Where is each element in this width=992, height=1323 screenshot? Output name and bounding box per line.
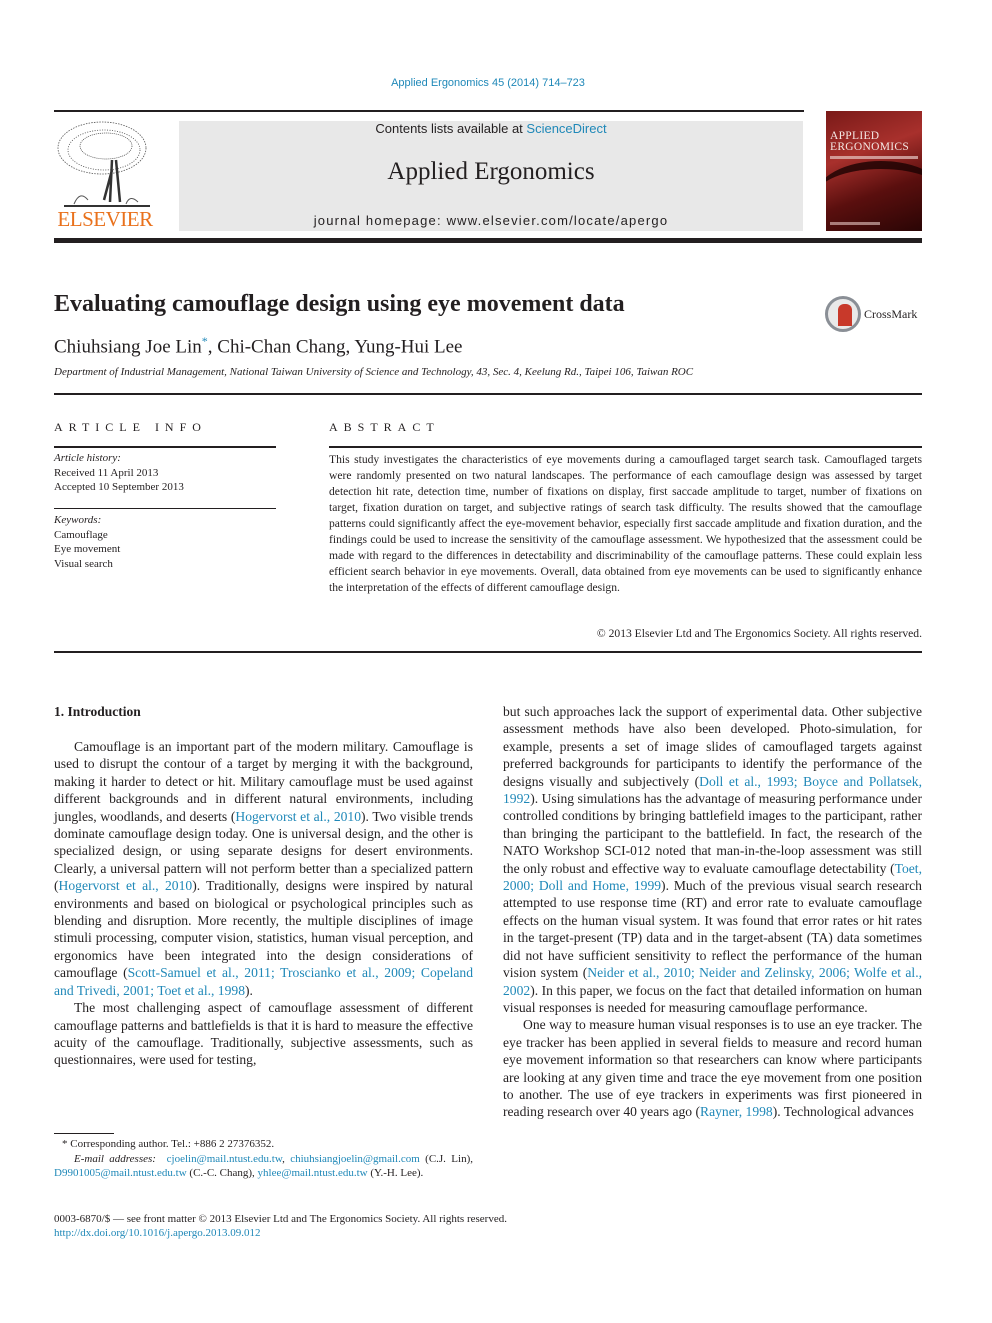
paragraph-text: ). Using simulations has the advantage o… [503,791,922,876]
journal-cover-thumbnail[interactable]: APPLIED ERGONOMICS [826,111,922,231]
abstract-rule [329,446,922,448]
keyword: Eye movement [54,543,121,555]
homepage-prefix: journal homepage: [313,213,447,228]
reference-link[interactable]: Hogervorst et al., 2010 [235,809,361,824]
journal-name: Applied Ergonomics [387,158,595,185]
paragraph-text: The most challenging aspect of camouflag… [54,1000,473,1068]
accepted-date: Accepted 10 September 2013 [54,481,184,493]
contents-line: Contents lists available at ScienceDirec… [179,121,803,136]
reference-link[interactable]: Hogervorst et al., 2010 [59,878,193,893]
elsevier-logo[interactable]: ELSEVIER [54,120,156,232]
sciencedirect-link[interactable]: ScienceDirect [526,121,606,136]
journal-masthead: Contents lists available at ScienceDirec… [179,121,803,231]
paragraph-text: ). Technological advances [772,1104,914,1120]
body-right-column: but such approaches lack the support of … [503,703,922,1121]
email-label: E-mail addresses: [74,1152,156,1165]
cover-graphic [826,161,922,231]
crossmark-icon [825,296,861,332]
header-top-rule [54,110,804,112]
abstract-copyright: © 2013 Elsevier Ltd and The Ergonomics S… [596,627,922,640]
article-info-heading: ARTICLE INFO [54,420,207,434]
cover-footer-bar [830,222,880,225]
body-paragraph: One way to measure human visual response… [503,1016,922,1120]
paragraph-text: ). [245,982,253,998]
contents-prefix: Contents lists available at [375,121,527,136]
email-link[interactable]: cjoelin@mail.ntust.edu.tw [167,1153,282,1165]
affiliation: Department of Industrial Management, Nat… [54,366,694,378]
reference-link[interactable]: Rayner, 1998 [700,1104,773,1119]
abstract-heading: ABSTRACT [329,420,440,434]
body-paragraph: The most challenging aspect of camouflag… [54,999,473,1069]
title-divider [54,393,922,395]
author-name[interactable]: Chi-Chan Chang [217,336,345,357]
keywords-block: Keywords: Camouflage Eye movement Visual… [54,513,120,571]
paragraph-text: ). In this paper, we focus on the fact t… [503,982,922,1015]
article-history: Article history: Received 11 April 2013 … [54,451,184,495]
header-bottom-rule [54,238,922,243]
cover-subtitle-bar [830,156,918,159]
front-matter-note: 0003-6870/$ — see front matter © 2013 El… [54,1213,507,1225]
corresponding-author-note: * Corresponding author. Tel.: +886 2 273… [62,1138,275,1150]
author-list: Chiuhsiang Joe Lin*, Chi-Chan Chang, Yun… [54,334,463,358]
bottom-metadata: 0003-6870/$ — see front matter © 2013 El… [54,1212,507,1240]
homepage-url-link[interactable]: www.elsevier.com/locate/apergo [447,213,669,228]
email-link[interactable]: chiuhsiangjoelin@gmail.com [290,1153,420,1165]
email-link[interactable]: yhlee@mail.ntust.edu.tw [258,1167,368,1179]
journal-homepage: journal homepage: www.elsevier.com/locat… [179,213,803,228]
article-title: Evaluating camouflage design using eye m… [54,291,625,317]
footnote: * Corresponding author. Tel.: +886 2 273… [54,1137,473,1181]
history-label: Article history: [54,452,121,464]
keyword: Camouflage [54,528,108,541]
author-name[interactable]: Chiuhsiang Joe Lin [54,336,202,357]
elsevier-wordmark: ELSEVIER [57,207,153,231]
email-link[interactable]: D9901005@mail.ntust.edu.tw [54,1167,187,1179]
article-info-rule [54,446,276,448]
author-name[interactable]: Yung-Hui Lee [354,336,462,357]
abstract-text: This study investigates the characterist… [329,453,922,594]
crossmark-label: CrossMark [864,307,918,321]
email-addresses: E-mail addresses: cjoelin@mail.ntust.edu… [54,1152,473,1180]
keyword: Visual search [54,557,113,570]
crossmark-button[interactable]: CrossMark [825,296,925,334]
body-paragraph: Camouflage is an important part of the m… [54,738,473,999]
keywords-label: Keywords: [54,514,102,526]
received-date: Received 11 April 2013 [54,466,159,479]
footnote-rule [54,1133,114,1134]
body-left-column: Camouflage is an important part of the m… [54,738,473,1069]
body-paragraph: but such approaches lack the support of … [503,703,922,1016]
cover-title: APPLIED ERGONOMICS [830,130,910,153]
section-heading-introduction: 1. Introduction [54,704,141,719]
journal-citation-link[interactable]: Applied Ergonomics 45 (2014) 714–723 [0,77,976,89]
doi-link[interactable]: http://dx.doi.org/10.1016/j.apergo.2013.… [54,1226,507,1240]
abstract-bottom-rule [54,651,922,653]
keywords-rule [54,508,276,509]
elsevier-tree-icon [54,120,156,212]
